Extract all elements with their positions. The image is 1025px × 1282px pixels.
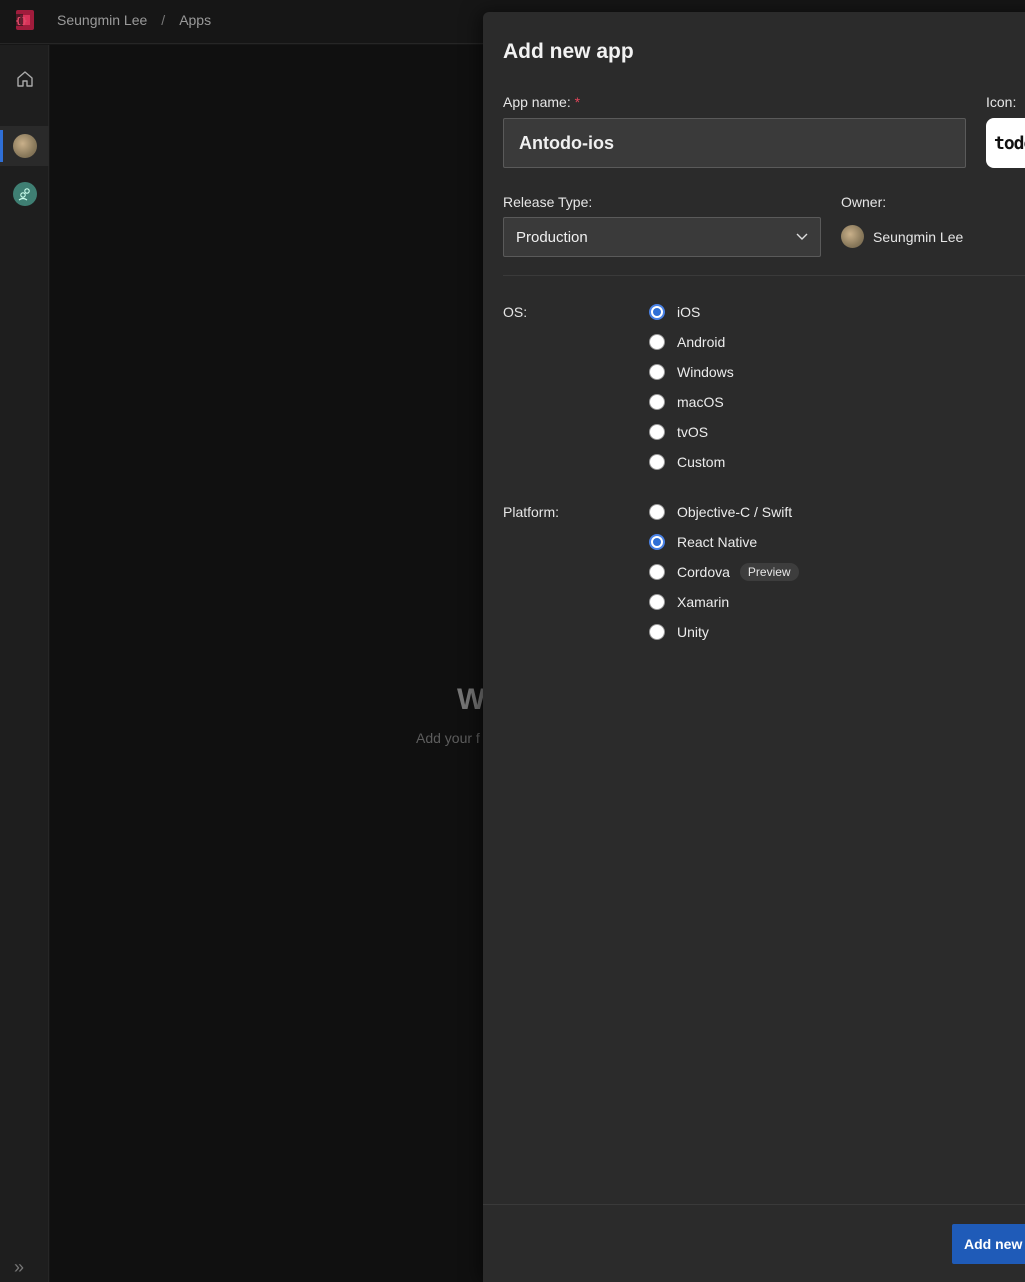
icon-label: Icon:: [986, 94, 1017, 110]
platform-option-label: Unity: [677, 624, 709, 640]
radio-button[interactable]: [649, 394, 665, 410]
home-icon: [16, 71, 33, 87]
os-option-label: iOS: [677, 304, 701, 320]
required-mark: *: [574, 94, 581, 110]
platform-option-label: React Native: [677, 534, 758, 550]
add-new-app-button[interactable]: Add new: [952, 1224, 1025, 1264]
app-name-label-text: App name:: [503, 94, 571, 110]
release-type-value: Production: [516, 228, 588, 246]
os-option-custom[interactable]: Custom: [649, 452, 725, 472]
sidebar-item-user[interactable]: [0, 126, 49, 166]
radio-button[interactable]: [649, 534, 665, 550]
radio-button[interactable]: [649, 504, 665, 520]
platform-option-unity[interactable]: Unity: [649, 622, 709, 642]
breadcrumb: Seungmin Lee / Apps: [57, 12, 211, 28]
os-option-tvos[interactable]: tvOS: [649, 422, 708, 442]
chevron-down-icon: [796, 233, 808, 240]
os-option-android[interactable]: Android: [649, 332, 725, 352]
breadcrumb-apps[interactable]: Apps: [179, 12, 211, 28]
sidebar-item-organization[interactable]: [0, 174, 49, 214]
radio-button[interactable]: [649, 334, 665, 350]
radio-button[interactable]: [649, 424, 665, 440]
owner-avatar: [841, 225, 864, 248]
organization-avatar-icon: [12, 182, 37, 206]
breadcrumb-separator: /: [161, 12, 166, 28]
svg-text:{}: {}: [15, 17, 28, 27]
release-type-select[interactable]: Production: [503, 217, 821, 257]
os-option-label: Android: [677, 334, 726, 350]
panel-footer-divider: [483, 1204, 1025, 1205]
panel-title: Add new app: [503, 40, 634, 63]
divider: [503, 275, 1025, 276]
sidebar: »: [0, 45, 49, 1282]
radio-button[interactable]: [649, 364, 665, 380]
os-option-label: Windows: [677, 364, 734, 380]
breadcrumb-user[interactable]: Seungmin Lee: [57, 12, 147, 28]
radio-button[interactable]: [649, 594, 665, 610]
os-option-windows[interactable]: Windows: [649, 362, 734, 382]
app-icon-upload[interactable]: todo: [986, 118, 1025, 168]
radio-button[interactable]: [649, 624, 665, 640]
platform-option-xamarin[interactable]: Xamarin: [649, 592, 729, 612]
owner-selector[interactable]: Seungmin Lee: [841, 225, 963, 248]
release-type-label: Release Type:: [503, 194, 593, 210]
add-app-panel: Add new app App name: * Antodo-ios Icon:…: [483, 12, 1025, 1282]
user-avatar: [12, 134, 37, 158]
app-name-input[interactable]: Antodo-ios: [503, 118, 966, 168]
os-option-label: tvOS: [677, 424, 709, 440]
radio-button[interactable]: [649, 564, 665, 580]
platform-option-cordova[interactable]: Cordova Preview: [649, 562, 799, 582]
os-label: OS:: [503, 304, 528, 320]
platform-option-label: Objective-C / Swift: [677, 504, 793, 520]
platform-label: Platform:: [503, 504, 560, 520]
sidebar-item-home[interactable]: [0, 59, 49, 99]
app-center-logo-icon[interactable]: {}: [12, 7, 38, 33]
platform-option-label: Xamarin: [677, 594, 730, 610]
owner-label: Owner:: [841, 194, 887, 210]
os-option-macos[interactable]: macOS: [649, 392, 724, 412]
owner-name: Seungmin Lee: [873, 228, 964, 245]
radio-button[interactable]: [649, 454, 665, 470]
app-name-label: App name: *: [503, 94, 580, 110]
os-option-label: macOS: [677, 394, 724, 410]
os-option-label: Custom: [677, 454, 726, 470]
platform-option-objc-swift[interactable]: Objective-C / Swift: [649, 502, 792, 522]
radio-button[interactable]: [649, 304, 665, 320]
platform-option-label: Cordova: [677, 564, 730, 580]
platform-option-react-native[interactable]: React Native: [649, 532, 757, 552]
os-option-ios[interactable]: iOS: [649, 302, 700, 322]
expand-sidebar-icon[interactable]: »: [14, 1257, 24, 1278]
preview-badge: Preview: [739, 563, 799, 581]
app-icon-image: todo: [994, 132, 1025, 154]
